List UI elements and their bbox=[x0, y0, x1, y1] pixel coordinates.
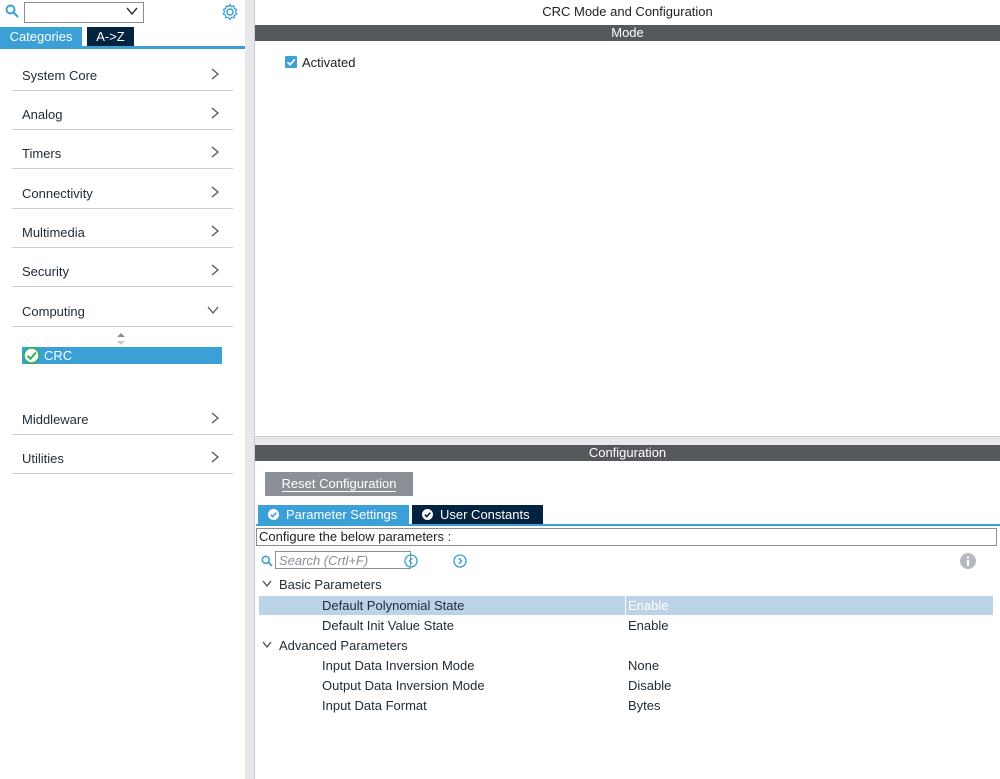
category-label: System Core bbox=[22, 68, 98, 83]
checkmark-icon bbox=[286, 58, 296, 66]
mode-config-splitter[interactable] bbox=[255, 436, 1000, 445]
chevron-right-icon bbox=[211, 264, 219, 276]
category-label: Middleware bbox=[22, 412, 89, 427]
categories-panel: Categories A->Z System Core Analog Timer… bbox=[0, 0, 246, 779]
check-circle-icon bbox=[23, 347, 40, 364]
category-utilities[interactable]: Utilities bbox=[12, 435, 233, 474]
peripheral-item-crc[interactable]: CRC bbox=[22, 347, 222, 364]
category-security[interactable]: Security bbox=[12, 248, 233, 287]
category-analog[interactable]: Analog bbox=[12, 91, 233, 130]
activated-checkbox[interactable] bbox=[285, 56, 297, 68]
chevron-down-icon bbox=[207, 306, 219, 314]
category-middleware[interactable]: Middleware bbox=[12, 396, 233, 435]
tab-label: Parameter Settings bbox=[286, 507, 398, 522]
param-value: Bytes bbox=[628, 698, 661, 713]
previous-match-icon[interactable] bbox=[404, 554, 418, 568]
category-label: Multimedia bbox=[22, 225, 85, 240]
category-label: Utilities bbox=[22, 451, 64, 466]
tab-underline bbox=[256, 524, 1000, 526]
category-search-combo[interactable] bbox=[24, 2, 144, 23]
chevron-down-icon bbox=[126, 7, 138, 16]
reset-button-label: Reset Configuration bbox=[281, 476, 397, 492]
param-name: Output Data Inversion Mode bbox=[322, 678, 485, 693]
sort-arrows-icon[interactable] bbox=[117, 333, 125, 345]
check-circle-icon bbox=[422, 509, 433, 520]
chevron-down-icon bbox=[262, 641, 272, 648]
category-label: Security bbox=[22, 264, 69, 279]
category-system-core[interactable]: System Core bbox=[12, 52, 233, 91]
param-row-default-polynomial-state[interactable]: Default Polynomial State Enable bbox=[259, 596, 993, 615]
param-name: Default Init Value State bbox=[322, 618, 455, 633]
chevron-right-icon bbox=[211, 451, 219, 463]
category-label: Computing bbox=[22, 304, 85, 319]
parameter-search-input[interactable]: Search (Crtl+F) bbox=[275, 551, 411, 569]
reset-configuration-button[interactable]: Reset Configuration bbox=[265, 472, 413, 496]
tab-a-to-z[interactable]: A->Z bbox=[87, 27, 134, 46]
param-name: Default Polynomial State bbox=[322, 598, 465, 613]
param-name: Input Data Inversion Mode bbox=[322, 658, 475, 673]
category-label: Connectivity bbox=[22, 186, 93, 201]
parameters-description: Configure the below parameters : bbox=[256, 528, 997, 546]
tab-parameter-settings[interactable]: Parameter Settings bbox=[258, 505, 409, 524]
param-value-cell[interactable] bbox=[625, 596, 993, 615]
activated-label: Activated bbox=[302, 55, 356, 70]
chevron-right-icon bbox=[211, 225, 219, 237]
group-label: Basic Parameters bbox=[279, 577, 382, 592]
check-circle-icon bbox=[268, 509, 279, 520]
search-icon[interactable] bbox=[261, 555, 273, 567]
tab-underline bbox=[0, 46, 245, 49]
next-match-icon[interactable] bbox=[453, 554, 467, 568]
info-icon[interactable] bbox=[960, 553, 976, 569]
chevron-right-icon bbox=[211, 412, 219, 424]
chevron-right-icon bbox=[211, 146, 219, 158]
category-label: Timers bbox=[22, 146, 62, 161]
chevron-down-icon bbox=[262, 580, 272, 587]
mode-header: Mode bbox=[255, 25, 1000, 41]
param-row-output-data-inversion-mode[interactable]: Output Data Inversion Mode Disable bbox=[259, 676, 992, 695]
chevron-right-icon bbox=[211, 186, 219, 198]
category-connectivity[interactable]: Connectivity bbox=[12, 170, 233, 209]
page-title: CRC Mode and Configuration bbox=[542, 4, 713, 19]
param-row-input-data-format[interactable]: Input Data Format Bytes bbox=[259, 696, 992, 715]
search-icon[interactable] bbox=[5, 4, 19, 18]
category-timers[interactable]: Timers bbox=[12, 130, 233, 169]
tab-categories[interactable]: Categories bbox=[0, 27, 82, 46]
param-row-default-init-value-state[interactable]: Default Init Value State Enable bbox=[259, 616, 992, 635]
tab-user-constants[interactable]: User Constants bbox=[412, 505, 543, 524]
peripheral-label: CRC bbox=[44, 348, 73, 363]
param-value: None bbox=[628, 658, 660, 673]
gear-icon[interactable] bbox=[221, 3, 239, 21]
chevron-right-icon bbox=[211, 68, 219, 80]
panel-splitter[interactable] bbox=[245, 0, 255, 779]
chevron-right-icon bbox=[211, 107, 219, 119]
category-multimedia[interactable]: Multimedia bbox=[12, 209, 233, 248]
group-label: Advanced Parameters bbox=[279, 638, 408, 653]
category-label: Analog bbox=[22, 107, 63, 122]
param-value: Disable bbox=[628, 678, 672, 693]
configuration-header: Configuration bbox=[255, 445, 1000, 461]
category-computing[interactable]: Computing bbox=[12, 288, 233, 327]
param-row-input-data-inversion-mode[interactable]: Input Data Inversion Mode None bbox=[259, 656, 992, 675]
param-value: Enable bbox=[628, 618, 669, 633]
param-name: Input Data Format bbox=[322, 698, 427, 713]
tab-label: User Constants bbox=[440, 507, 530, 522]
param-value: Enable bbox=[628, 598, 669, 613]
